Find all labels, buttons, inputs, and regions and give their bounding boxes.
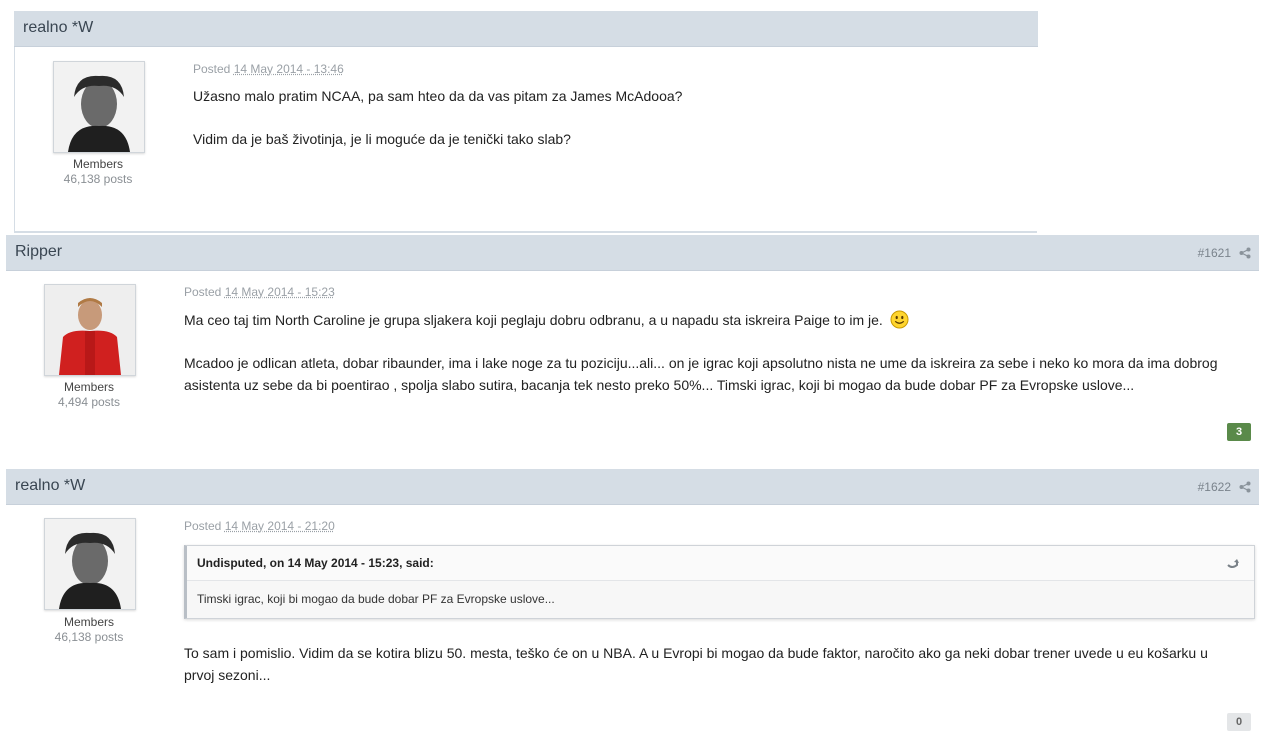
post-paragraph: Ma ceo taj tim North Caroline je grupa s…	[184, 309, 1254, 331]
quote-block: Undisputed, on 14 May 2014 - 15:23, said…	[184, 545, 1255, 619]
posted-label: Posted	[193, 62, 231, 76]
post-number-link[interactable]: #1622	[1198, 480, 1231, 494]
avatar-photo	[45, 285, 135, 375]
view-quoted-post-icon[interactable]	[1226, 558, 1240, 570]
quote-citation: Undisputed, on 14 May 2014 - 15:23, said…	[197, 556, 434, 570]
avatar[interactable]	[44, 518, 136, 610]
post-header: Ripper #1621	[6, 235, 1259, 271]
avatar[interactable]	[53, 61, 145, 153]
post-paragraph: Vidim da je baš životinja, je li moguće …	[193, 131, 571, 147]
post-count: 46,138 posts	[63, 172, 133, 186]
post-paragraph: Mcadoo je odlican atleta, dobar ribaunde…	[184, 355, 1218, 393]
post-paragraph-text: Ma ceo taj tim North Caroline je grupa s…	[184, 312, 883, 328]
author-name[interactable]: realno *W	[23, 19, 93, 37]
post: Ripper #1621 Members 4,494 posts Posted …	[6, 235, 1259, 450]
avatar-photo	[45, 519, 135, 609]
posted-line: Posted 14 May 2014 - 13:46	[193, 62, 344, 76]
post-number-link[interactable]: #1621	[1198, 246, 1231, 260]
member-group: Members	[63, 380, 114, 394]
post: realno *W #1622 Members 46,138 posts Pos…	[6, 469, 1259, 739]
post-date[interactable]: 14 May 2014 - 15:23	[225, 285, 335, 299]
reputation-badge[interactable]: 0	[1227, 713, 1251, 731]
member-group: Members	[63, 615, 114, 629]
posted-line: Posted 14 May 2014 - 21:20	[184, 519, 335, 533]
post: realno *W Members 46,138 posts Posted 14…	[14, 11, 1038, 233]
author-name[interactable]: Ripper	[15, 243, 62, 261]
post-count: 4,494 posts	[57, 395, 121, 409]
quote-header: Undisputed, on 14 May 2014 - 15:23, said…	[187, 546, 1254, 581]
post-paragraph: To sam i pomislio. Vidim da se kotira bl…	[184, 645, 1208, 683]
post-header: realno *W	[14, 11, 1038, 47]
post-count: 46,138 posts	[54, 630, 124, 644]
post-date[interactable]: 14 May 2014 - 13:46	[234, 62, 344, 76]
posted-label: Posted	[184, 285, 222, 299]
post-paragraph: Užasno malo pratim NCAA, pa sam hteo da …	[193, 88, 683, 104]
share-icon[interactable]	[1239, 481, 1251, 493]
posted-label: Posted	[184, 519, 222, 533]
member-group: Members	[72, 157, 123, 171]
quote-text: Timski igrac, koji bi mogao da bude doba…	[197, 592, 555, 606]
smiley-emoticon-icon	[890, 310, 909, 329]
author-name[interactable]: realno *W	[15, 477, 85, 495]
share-icon[interactable]	[1239, 247, 1251, 259]
post-date[interactable]: 14 May 2014 - 21:20	[225, 519, 335, 533]
avatar-photo	[54, 62, 144, 152]
reputation-badge[interactable]: 3	[1227, 423, 1251, 441]
post-header: realno *W #1622	[6, 469, 1259, 505]
posted-line: Posted 14 May 2014 - 15:23	[184, 285, 335, 299]
avatar[interactable]	[44, 284, 136, 376]
